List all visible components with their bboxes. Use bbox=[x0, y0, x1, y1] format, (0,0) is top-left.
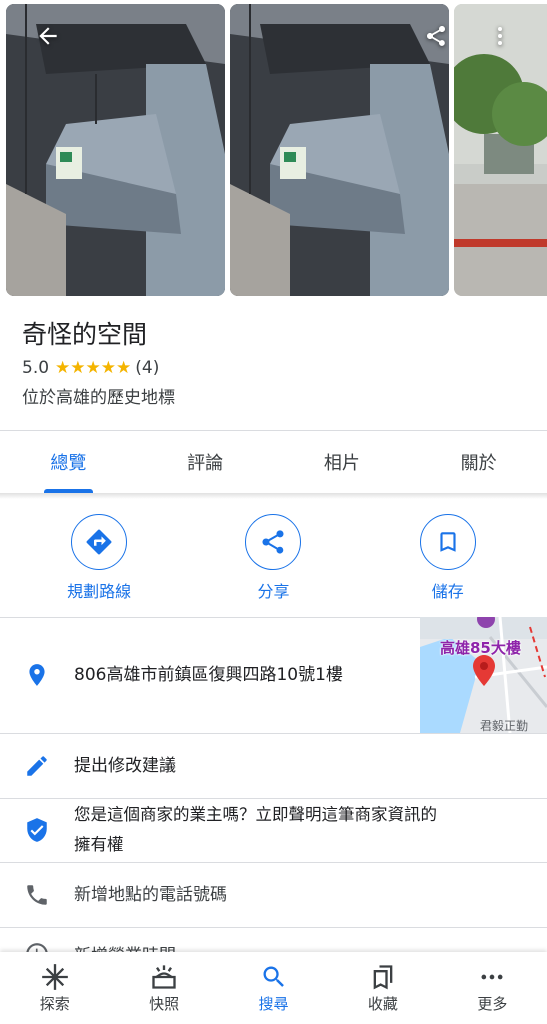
more-horiz-icon bbox=[481, 974, 503, 979]
directions-icon bbox=[86, 529, 112, 555]
more-vert-icon bbox=[498, 27, 502, 45]
nav-explore-label: 探索 bbox=[39, 994, 70, 1013]
back-button[interactable] bbox=[30, 18, 66, 54]
share-icon bbox=[427, 26, 445, 46]
directions-circle bbox=[71, 514, 128, 570]
tab-bar: 總覽 評論 相片 關於 bbox=[0, 431, 547, 493]
directions-button[interactable]: 規劃路線 bbox=[34, 514, 164, 604]
search-icon bbox=[263, 966, 284, 987]
edit-pencil-icon bbox=[0, 753, 74, 779]
photo-carousel[interactable] bbox=[0, 0, 547, 300]
bookmark-icon bbox=[440, 532, 456, 552]
nav-more[interactable]: 更多 bbox=[438, 952, 547, 1024]
map-thumbnail[interactable]: 高雄85大樓 君毅正勤 bbox=[420, 617, 547, 733]
nav-updates[interactable]: 快照 bbox=[109, 952, 218, 1024]
address-text: 806高雄市前鎮區復興四路10號1樓 bbox=[74, 665, 343, 685]
save-button[interactable]: 儲存 bbox=[383, 514, 513, 604]
share-circle bbox=[245, 514, 302, 570]
location-pin-icon bbox=[0, 662, 74, 688]
review-count: (4) bbox=[135, 358, 160, 378]
star-rating-icon: ★★★★★ bbox=[55, 358, 132, 378]
place-title: 奇怪的空間 bbox=[22, 320, 148, 349]
bottom-navigation: 探索 快照 搜尋 收藏 更多 bbox=[0, 952, 547, 1024]
tab-about[interactable]: 關於 bbox=[410, 431, 547, 493]
share-label: 分享 bbox=[257, 582, 290, 601]
map-street-label: 君毅正勤 bbox=[480, 719, 529, 733]
saved-bookmarks-icon bbox=[373, 964, 393, 989]
tab-reviews[interactable]: 評論 bbox=[137, 431, 274, 493]
phone-icon bbox=[0, 882, 74, 908]
save-circle bbox=[419, 514, 476, 570]
verified-shield-icon bbox=[0, 817, 74, 843]
nav-search[interactable]: 搜尋 bbox=[219, 952, 328, 1024]
nav-saved-label: 收藏 bbox=[367, 994, 398, 1013]
directions-label: 規劃路線 bbox=[67, 582, 132, 601]
claim-business-text: 您是這個商家的業主嗎？立即聲明這筆商家資訊的 擁有權 bbox=[74, 800, 461, 860]
suggest-edit-text: 提出修改建議 bbox=[74, 755, 176, 776]
nav-more-label: 更多 bbox=[477, 994, 508, 1013]
claim-business-row[interactable]: 您是這個商家的業主嗎？立即聲明這筆商家資訊的 擁有權 bbox=[0, 798, 547, 862]
arrow-left-icon bbox=[39, 27, 57, 45]
updates-icon bbox=[152, 964, 176, 989]
share-button[interactable]: 分享 bbox=[208, 514, 338, 604]
map-landmark-label: 高雄85大樓 bbox=[440, 639, 521, 657]
place-header: 奇怪的空間 5.0 ★★★★★ (4) 位於高雄的歷史地標 bbox=[22, 318, 527, 410]
add-phone-text: 新增地點的電話號碼 bbox=[74, 884, 227, 905]
share-icon bbox=[262, 530, 284, 554]
share-icon-button[interactable] bbox=[418, 18, 454, 54]
suggest-edit-row[interactable]: 提出修改建議 bbox=[0, 733, 547, 798]
tab-bar-shadow bbox=[0, 493, 547, 499]
save-label: 儲存 bbox=[431, 582, 464, 601]
rating-value: 5.0 bbox=[22, 358, 50, 378]
place-subtitle: 位於高雄的歷史地標 bbox=[22, 388, 175, 408]
tab-overview[interactable]: 總覽 bbox=[0, 431, 137, 493]
tab-photos[interactable]: 相片 bbox=[274, 431, 411, 493]
nav-saved[interactable]: 收藏 bbox=[328, 952, 437, 1024]
address-row[interactable]: 806高雄市前鎮區復興四路10號1樓 bbox=[0, 617, 420, 733]
add-phone-row[interactable]: 新增地點的電話號碼 bbox=[0, 862, 547, 927]
claim-line-1: 您是這個商家的業主嗎？立即聲明這筆商家資訊的 bbox=[74, 805, 437, 824]
more-options-button[interactable] bbox=[482, 18, 518, 54]
place-photo[interactable] bbox=[230, 4, 449, 296]
nav-search-label: 搜尋 bbox=[258, 994, 289, 1013]
nav-explore[interactable]: 探索 bbox=[0, 952, 109, 1024]
nav-updates-label: 快照 bbox=[149, 994, 180, 1013]
action-bar: 規劃路線 分享 儲存 bbox=[0, 514, 547, 604]
claim-line-2: 擁有權 bbox=[74, 835, 124, 854]
rating-row[interactable]: 5.0 ★★★★★ (4) bbox=[22, 356, 527, 380]
explore-sparkle-icon bbox=[41, 963, 68, 990]
